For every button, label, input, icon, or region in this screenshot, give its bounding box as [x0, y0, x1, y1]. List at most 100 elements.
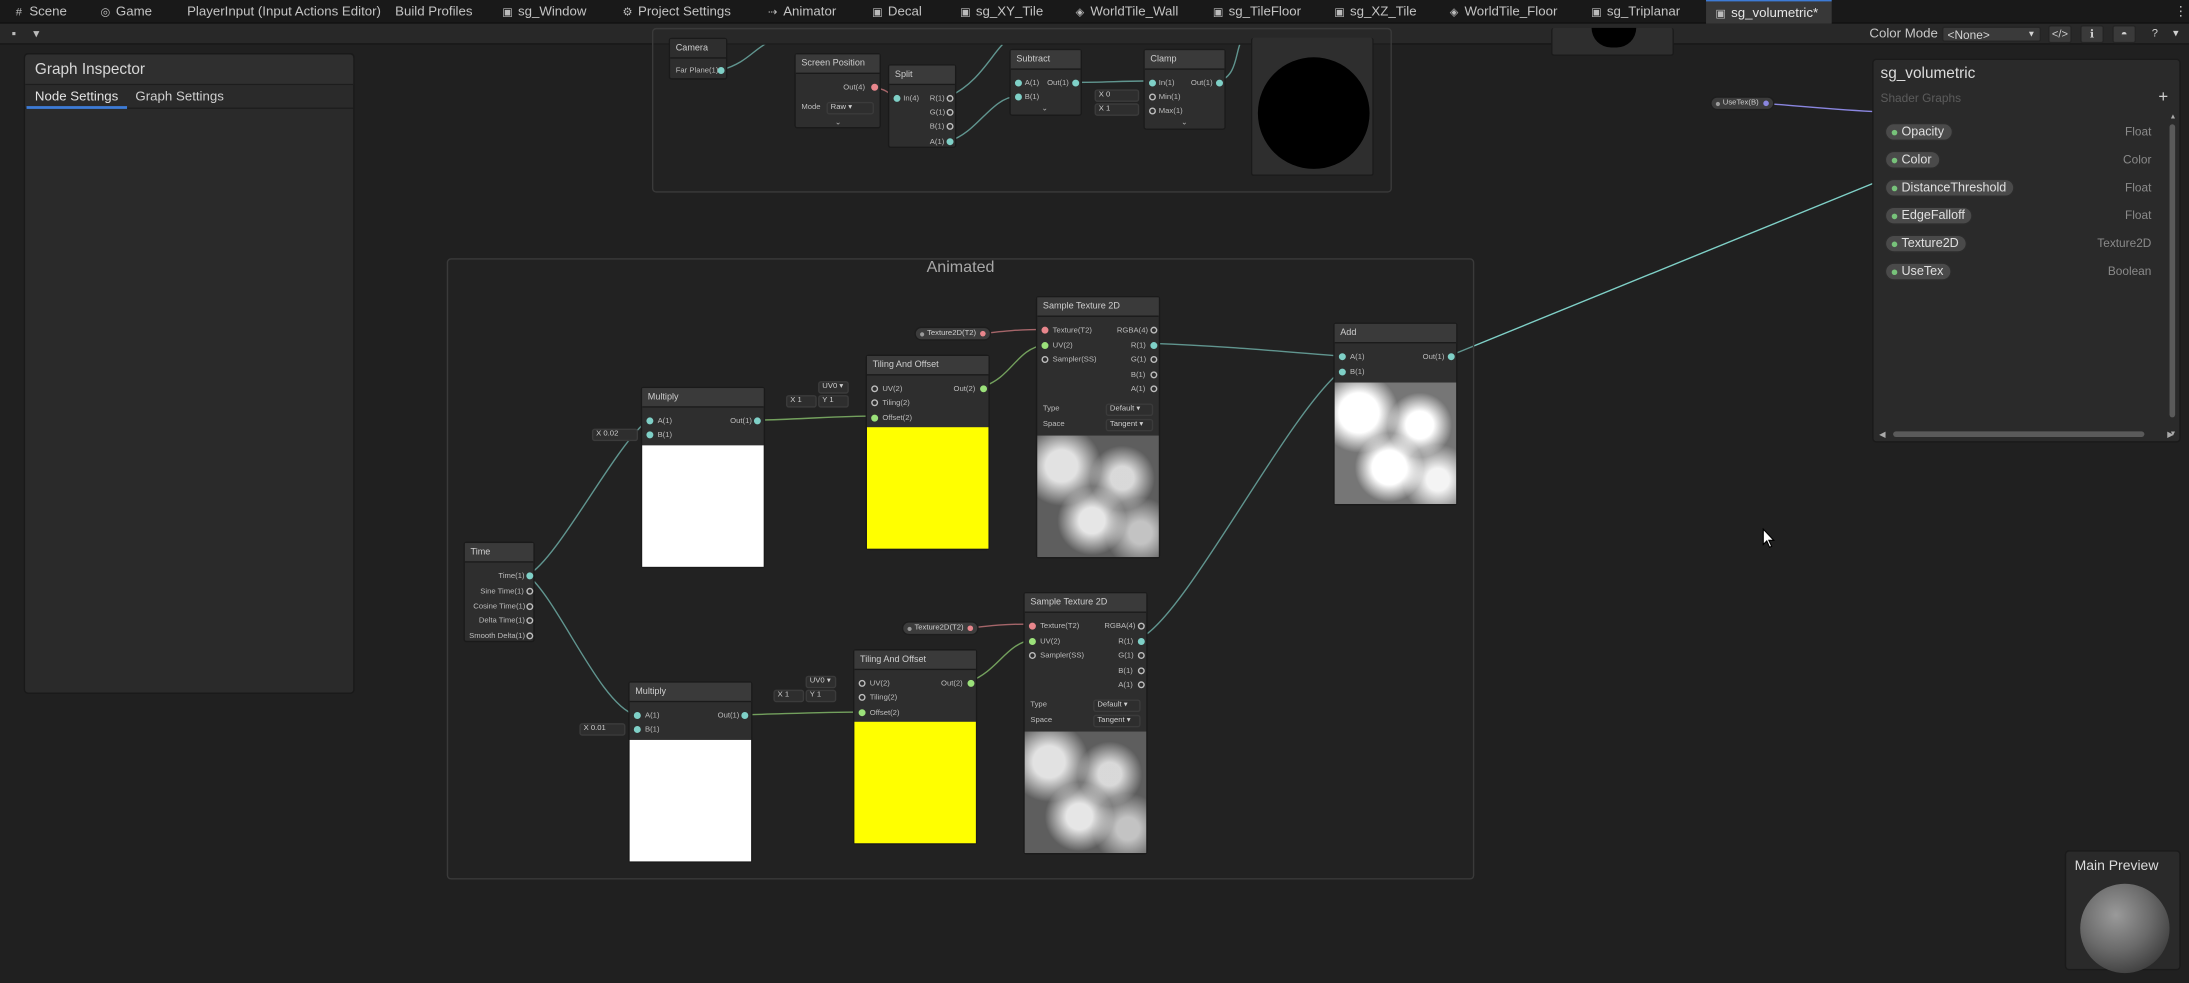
blackboard-horizontal-scrollbar[interactable]: ◀ ▶: [1879, 430, 2174, 440]
port-connector[interactable]: [1028, 651, 1036, 659]
tab-worldtile-wall[interactable]: ◈ WorldTile_Wall: [1074, 0, 1179, 24]
tab-game[interactable]: ◎ Game: [99, 0, 152, 24]
port-connector[interactable]: [858, 693, 866, 701]
group-title[interactable]: Animated: [447, 260, 1475, 277]
port-connector[interactable]: [893, 94, 901, 102]
port-connector[interactable]: [1014, 79, 1022, 87]
save-dropdown-button[interactable]: ▾: [28, 25, 45, 43]
node-tiling-offset-a[interactable]: Tiling And Offset UV(2) Tiling(2) Offset…: [865, 354, 990, 551]
scroll-right-icon[interactable]: ▶: [2167, 430, 2173, 439]
port-connector[interactable]: [1148, 79, 1156, 87]
port-connector[interactable]: [1072, 79, 1080, 87]
port-connector[interactable]: [1137, 651, 1145, 659]
scroll-thumb[interactable]: [1893, 431, 2145, 437]
type-select[interactable]: Default ▾: [1105, 403, 1154, 417]
chevron-down-icon[interactable]: ⌄: [1041, 103, 1047, 114]
space-select[interactable]: Tangent ▾: [1105, 418, 1154, 432]
port-connector[interactable]: [1041, 342, 1049, 350]
port-connector[interactable]: [871, 414, 879, 422]
node-multiply-a[interactable]: Multiply A(1) B(1) Out(1): [640, 386, 766, 569]
port-connector[interactable]: [1028, 638, 1036, 645]
multiply-a-b-field[interactable]: X 0.02: [591, 428, 639, 442]
port-connector[interactable]: [946, 108, 954, 116]
tab-sg-triplanar[interactable]: ▣ sg_Triplanar: [1590, 0, 1680, 24]
node-sample-texture-a[interactable]: Sample Texture 2D Texture(T2) UV(2) Samp…: [1035, 295, 1161, 559]
port-connector[interactable]: [633, 712, 641, 719]
node-sample-texture-b[interactable]: Sample Texture 2D Texture(T2) UV(2) Samp…: [1023, 591, 1148, 855]
port-connector[interactable]: [526, 572, 534, 580]
tiling-a-y-field[interactable]: Y 1: [818, 395, 849, 408]
usetex-property-node[interactable]: UseTex(B): [1710, 96, 1775, 111]
port-connector[interactable]: [1041, 326, 1049, 334]
tab-node-settings[interactable]: Node Settings: [26, 85, 127, 109]
port-connector[interactable]: [1137, 638, 1145, 645]
texture2d-property-node-a[interactable]: Texture2D(T2): [914, 326, 992, 341]
scroll-up-icon[interactable]: ▲: [2170, 113, 2177, 121]
port-connector[interactable]: [526, 587, 534, 595]
tab-worldtile-floor[interactable]: ◈ WorldTile_Floor: [1448, 0, 1558, 24]
port-connector[interactable]: [1137, 622, 1145, 630]
tab-sg-xz-tile[interactable]: ▣ sg_XZ_Tile: [1333, 0, 1416, 24]
tiling-b-uv-field[interactable]: UV0 ▾: [805, 675, 837, 689]
graph-inspector-toggle-icon[interactable]: ℹ: [2080, 25, 2104, 44]
node-subtract[interactable]: Subtract A(1) B(1) Out(1) ⌄: [1009, 48, 1082, 116]
port-connector[interactable]: [871, 385, 879, 393]
node-screen-position[interactable]: Screen Position Out(4) Mode Raw ▾ ⌄: [794, 53, 881, 129]
preview-sphere[interactable]: [2080, 883, 2170, 974]
blackboard-toggle-icon[interactable]: </>: [2048, 25, 2072, 44]
property-texture2d[interactable]: Texture2D: [1884, 234, 1968, 253]
port-connector[interactable]: [1137, 667, 1145, 675]
tab-player-input[interactable]: PlayerInput (Input Actions Editor): [187, 0, 381, 24]
property-distancethreshold[interactable]: DistanceThreshold: [1884, 178, 2015, 197]
port-connector[interactable]: [858, 679, 866, 687]
tab-sg-tilefloor[interactable]: ▣ sg_TileFloor: [1212, 0, 1301, 24]
tab-graph-settings[interactable]: Graph Settings: [127, 85, 232, 109]
chevron-down-icon[interactable]: ⌄: [1181, 117, 1187, 128]
port-connector[interactable]: [1150, 342, 1158, 350]
tiling-b-x-field[interactable]: X 1: [773, 689, 805, 703]
tiling-b-y-field[interactable]: Y 1: [805, 689, 837, 703]
clamp-max-field[interactable]: X 1: [1094, 103, 1140, 116]
toolbar-dropdown-icon[interactable]: ▾: [2164, 25, 2188, 43]
port-connector[interactable]: [526, 632, 534, 640]
tab-sg-window[interactable]: ▣ sg_Window: [501, 0, 586, 24]
port-connector[interactable]: [946, 94, 954, 102]
port-connector[interactable]: [871, 399, 879, 407]
node-multiply-b[interactable]: Multiply A(1) B(1) Out(1): [628, 681, 753, 863]
port-connector[interactable]: [526, 617, 534, 625]
port-connector[interactable]: [1148, 107, 1156, 115]
node-split[interactable]: Split In(4) R(1) G(1) B(1) A(1): [887, 64, 957, 148]
port-connector[interactable]: [717, 67, 725, 74]
tab-sg-volumetric[interactable]: ▣ sg_volumetric*: [1706, 0, 1832, 24]
port-connector[interactable]: [1338, 368, 1346, 376]
port-connector[interactable]: [871, 83, 879, 91]
port-connector[interactable]: [1137, 681, 1145, 689]
node-preview-top[interactable]: [1250, 37, 1374, 176]
tab-build-profiles[interactable]: Build Profiles: [395, 0, 472, 24]
main-preview-toggle-icon[interactable]: ◓: [2112, 25, 2137, 44]
space-select[interactable]: Tangent ▾: [1093, 714, 1141, 728]
port-connector[interactable]: [1150, 356, 1158, 363]
graph-inspector-panel[interactable]: Graph Inspector Node Settings Graph Sett…: [23, 53, 355, 694]
tab-menu-icon[interactable]: ⋮: [2172, 0, 2189, 24]
tiling-a-uv-field[interactable]: UV0 ▾: [818, 381, 849, 394]
add-property-button[interactable]: +: [2158, 87, 2168, 107]
port-connector[interactable]: [741, 712, 749, 719]
port-connector[interactable]: [946, 138, 954, 146]
port-connector[interactable]: [946, 122, 954, 130]
port-connector[interactable]: [633, 725, 641, 733]
port-connector[interactable]: [967, 679, 975, 687]
port-connector[interactable]: [753, 417, 761, 425]
port-connector[interactable]: [1148, 93, 1156, 101]
blackboard-panel[interactable]: sg_volumetric Shader Graphs + Opacity Fl…: [1872, 58, 2181, 443]
port-connector[interactable]: [1338, 353, 1346, 361]
node-clamp[interactable]: Clamp In(1) Min(1) Max(1) Out(1) ⌄: [1143, 48, 1226, 130]
blackboard-vertical-scrollbar[interactable]: ▲ ▼: [2169, 113, 2177, 438]
scroll-left-icon[interactable]: ◀: [1879, 430, 1885, 439]
port-connector[interactable]: [1014, 93, 1022, 101]
port-connector[interactable]: [1150, 326, 1158, 334]
port-connector[interactable]: [980, 385, 988, 393]
property-color[interactable]: Color: [1884, 150, 1940, 169]
texture2d-property-node-b[interactable]: Texture2D(T2): [901, 621, 979, 636]
node-camera[interactable]: Camera Far Plane(1): [668, 37, 728, 80]
